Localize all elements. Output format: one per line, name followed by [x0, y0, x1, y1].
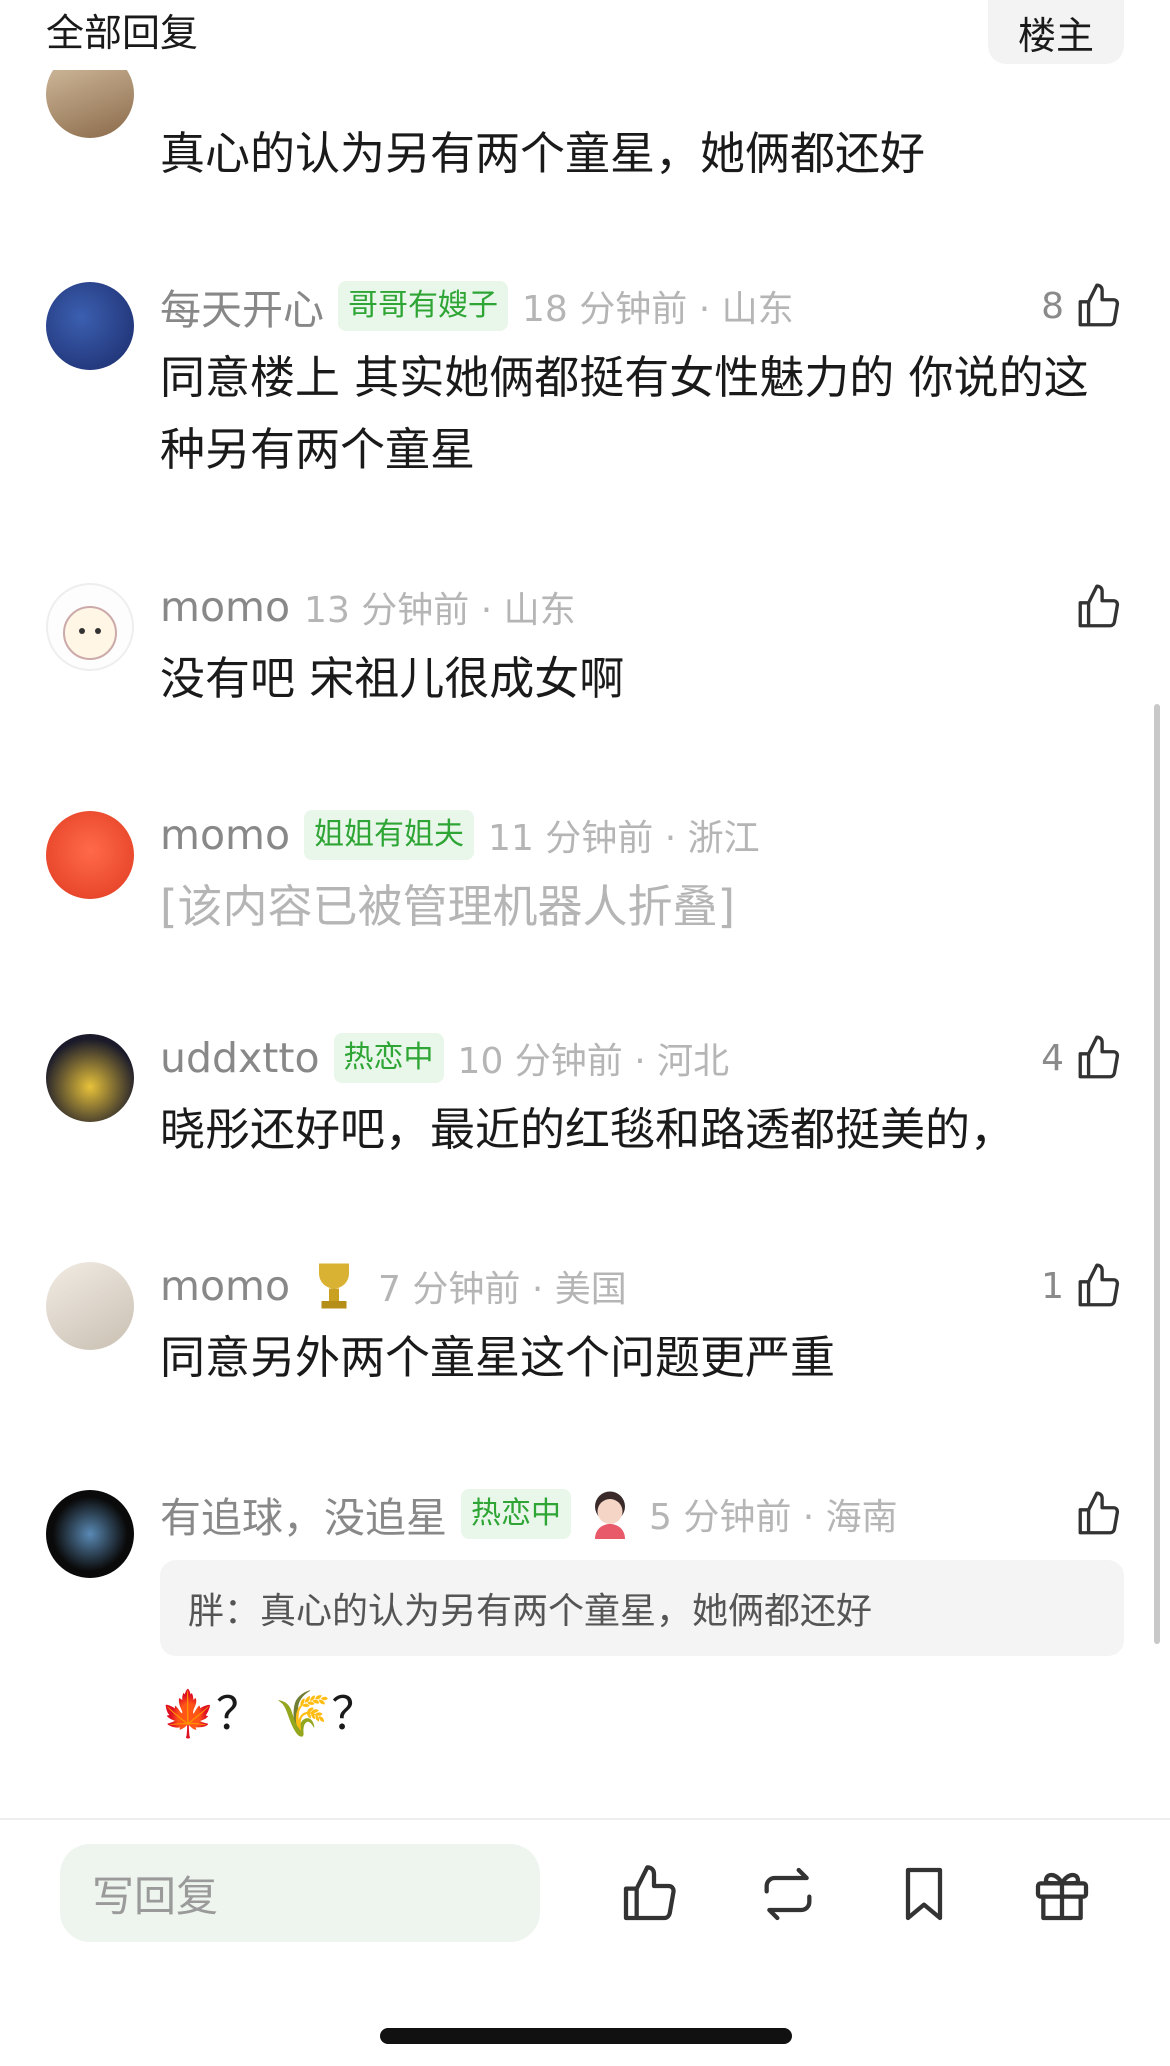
bookmark-icon[interactable]	[892, 1862, 956, 1926]
avatar[interactable]	[46, 1262, 134, 1350]
like-button[interactable]: 1	[1041, 1256, 1124, 1316]
header: 全部回复 楼主	[0, 0, 1170, 70]
avatar[interactable]	[46, 583, 134, 671]
user-badge: 姐姐有姐夫	[304, 810, 475, 860]
comment-body: 同意另外两个童星这个问题更严重	[160, 1331, 836, 1384]
comment-body: 晓彤还好吧，最近的红毯和路透都挺美的，	[160, 1103, 1016, 1156]
timestamp-location: 13 分钟前 · 山东	[304, 590, 576, 631]
trophy-icon	[319, 1263, 350, 1309]
avatar[interactable]	[46, 1490, 134, 1578]
comment-body: 同意楼上 其实她俩都挺有女性魅力的 你说的这种另有两个童星	[160, 351, 1089, 476]
thumbs-up-icon	[1078, 1035, 1120, 1079]
repost-icon[interactable]	[756, 1862, 820, 1926]
like-button[interactable]	[1074, 577, 1124, 637]
like-count: 4	[1041, 1037, 1064, 1079]
username[interactable]: uddxtto	[160, 1034, 320, 1082]
gift-icon[interactable]	[1030, 1862, 1094, 1926]
avatar[interactable]	[46, 1034, 134, 1122]
thumbs-up-icon	[1078, 1491, 1120, 1535]
timestamp-location: 7 分钟前 · 美国	[378, 1269, 627, 1310]
avatar[interactable]	[46, 811, 134, 899]
folded-content-notice[interactable]: [该内容已被管理机器人折叠]	[160, 871, 1120, 943]
thumbs-up-icon	[1078, 1263, 1120, 1307]
divider	[0, 1818, 1170, 1820]
reply-input[interactable]: 写回复	[60, 1844, 540, 1942]
like-button[interactable]	[1074, 1484, 1124, 1544]
username[interactable]: momo	[160, 583, 290, 631]
comment-meta: 每天开心 哥哥有嫂子 18 分钟前 · 山东	[160, 276, 794, 336]
avatar[interactable]	[46, 282, 134, 370]
quoted-reply[interactable]: 胖：真心的认为另有两个童星，她俩都还好	[160, 1560, 1124, 1656]
thumbs-up-icon	[1078, 283, 1120, 327]
timestamp-location: 11 分钟前 · 浙江	[488, 818, 760, 859]
timestamp-location: 5 分钟前 · 海南	[649, 1497, 898, 1538]
comment-meta: momo 姐姐有姐夫 11 分钟前 · 浙江	[160, 805, 760, 865]
user-badge: 哥哥有嫂子	[338, 281, 508, 331]
comment-meta: uddxtto 热恋中 10 分钟前 · 河北	[160, 1028, 729, 1088]
comment-body: 真心的认为另有两个童星，她俩都还好	[160, 127, 926, 180]
comment-body: 没有吧 宋祖儿很成女啊	[160, 652, 625, 705]
username[interactable]: 每天开心	[160, 276, 324, 336]
like-count: 8	[1041, 285, 1064, 327]
timestamp-location: 10 分钟前 · 河北	[457, 1041, 730, 1082]
comment-meta: momo 7 分钟前 · 美国	[160, 1256, 627, 1316]
home-indicator[interactable]	[380, 2028, 792, 2044]
username[interactable]: momo	[160, 1262, 290, 1310]
like-post-icon[interactable]	[618, 1862, 682, 1926]
user-badge: 热恋中	[333, 1033, 444, 1083]
user-badge: 热恋中	[461, 1489, 571, 1539]
comment-body: 🍁？ 🌾？	[160, 1687, 377, 1740]
comment-meta: 有追球，没追星 热恋中 5 分钟前 · 海南	[160, 1484, 898, 1544]
thumbs-up-icon	[1078, 584, 1120, 628]
like-button[interactable]: 8	[1041, 276, 1124, 336]
comment-meta: momo 13 分钟前 · 山东	[160, 577, 576, 637]
username[interactable]: momo	[160, 811, 290, 859]
like-button[interactable]: 4	[1041, 1028, 1124, 1088]
scrollbar[interactable]	[1154, 704, 1160, 1644]
username[interactable]: 有追球，没追星	[160, 1484, 447, 1544]
like-count: 1	[1041, 1265, 1064, 1307]
avatar-sticker-icon	[595, 1491, 625, 1539]
owner-only-button[interactable]: 楼主	[988, 0, 1124, 64]
timestamp-location: 18 分钟前 · 山东	[522, 289, 794, 330]
page-title: 全部回复	[46, 11, 199, 55]
